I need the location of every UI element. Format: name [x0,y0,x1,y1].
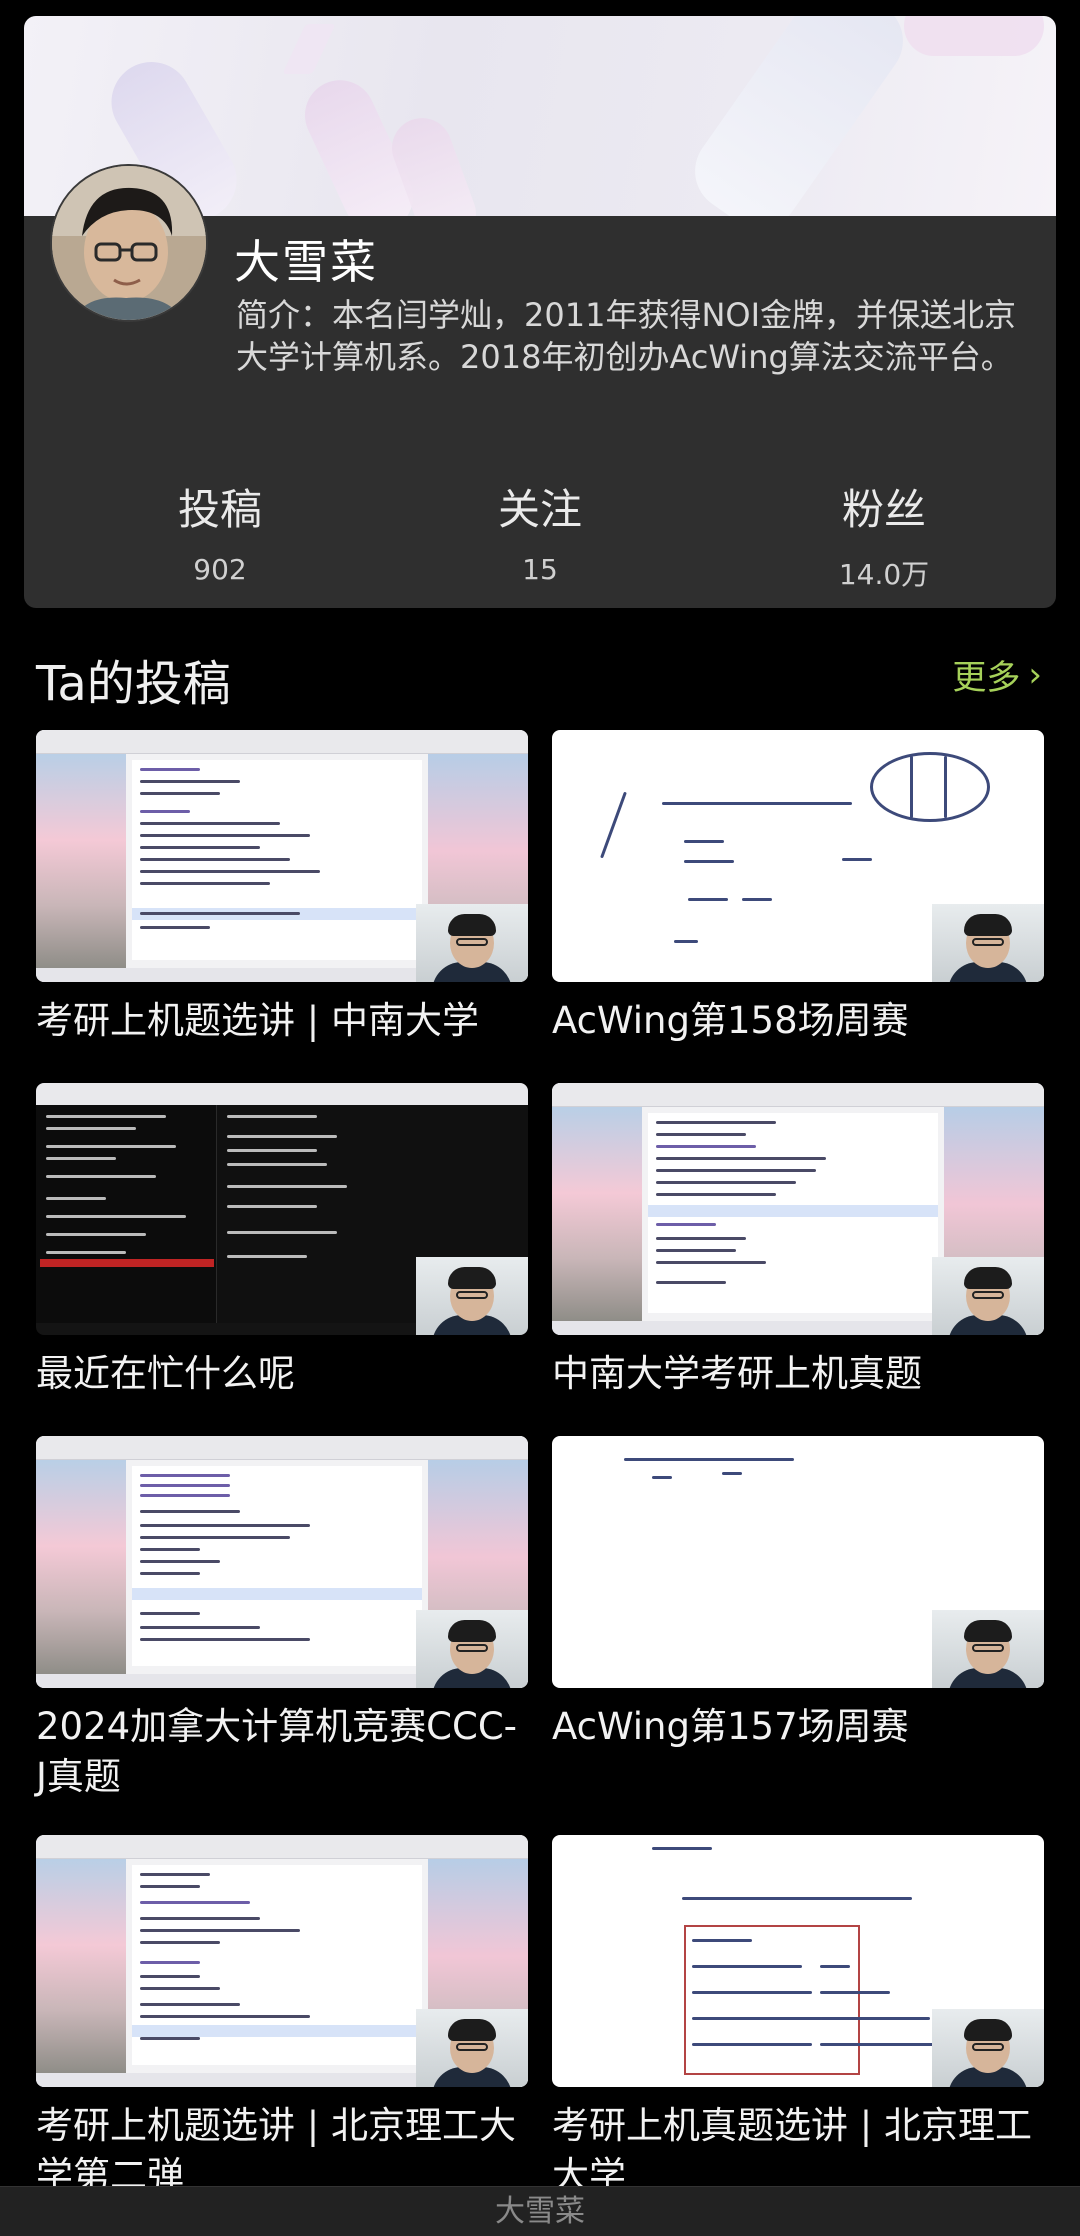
section-title: Ta的投稿 [36,656,231,712]
video-title[interactable]: AcWing第158场周赛 [552,996,1044,1046]
video-card[interactable]: AcWing第157场周赛 [552,1436,1044,1752]
stat-following[interactable]: 关注 15 [440,476,640,586]
video-title[interactable]: 最近在忙什么呢 [36,1349,528,1399]
video-card[interactable]: 最近在忙什么呢 [36,1083,528,1399]
stat-posts-value: 902 [193,553,247,586]
video-title[interactable]: 考研上机题选讲 | 中南大学 [36,996,528,1046]
video-thumbnail[interactable] [552,1083,1044,1335]
more-label: 更多 [952,658,1021,698]
video-thumbnail[interactable] [552,1835,1044,2087]
video-thumbnail[interactable] [36,730,528,982]
video-card[interactable]: 考研上机题选讲 | 北京理工大学第二弹 [36,1835,528,2201]
video-card[interactable]: 中南大学考研上机真题 [552,1083,1044,1399]
video-title[interactable]: AcWing第157场周赛 [552,1702,1044,1752]
stat-following-label: 关注 [497,485,582,534]
profile-page: 大雪菜 简介：本名闫学灿，2011年获得NOI金牌，并保送北京大学计算机系。20… [0,0,1080,2236]
stat-followers-label: 粉丝 [841,485,926,534]
stat-posts[interactable]: 投稿 902 [120,476,320,586]
bottom-title-bar: 大雪菜 [0,2186,1080,2236]
video-card[interactable]: 考研上机真题选讲 | 北京理工大学 [552,1835,1044,2201]
chevron-right-icon: › [1028,654,1042,695]
video-card[interactable]: AcWing第158场周赛 [552,730,1044,1046]
stat-followers[interactable]: 粉丝 14.0万 [784,476,984,593]
video-thumbnail[interactable] [552,1436,1044,1688]
video-title[interactable]: 中南大学考研上机真题 [552,1349,1044,1399]
stats-row: 投稿 902 关注 15 粉丝 14.0万 [24,476,1056,596]
stat-posts-label: 投稿 [177,485,262,534]
video-card[interactable]: 考研上机题选讲 | 中南大学 [36,730,528,1046]
nickname: 大雪菜 [234,235,378,289]
video-thumbnail[interactable] [36,1083,528,1335]
video-title[interactable]: 2024加拿大计算机竞赛CCC-J真题 [36,1702,528,1802]
stat-followers-value: 14.0万 [838,558,930,591]
stat-following-value: 15 [522,553,558,586]
avatar[interactable] [50,164,208,322]
more-button[interactable]: 更多 › [952,650,1042,699]
video-thumbnail[interactable] [36,1835,528,2087]
video-thumbnail[interactable] [552,730,1044,982]
video-card[interactable]: 2024加拿大计算机竞赛CCC-J真题 [36,1436,528,1802]
bio: 简介：本名闫学灿，2011年获得NOI金牌，并保送北京大学计算机系。2018年初… [236,296,1017,376]
video-thumbnail[interactable] [36,1436,528,1688]
profile-card: 大雪菜 简介：本名闫学灿，2011年获得NOI金牌，并保送北京大学计算机系。20… [24,16,1056,608]
